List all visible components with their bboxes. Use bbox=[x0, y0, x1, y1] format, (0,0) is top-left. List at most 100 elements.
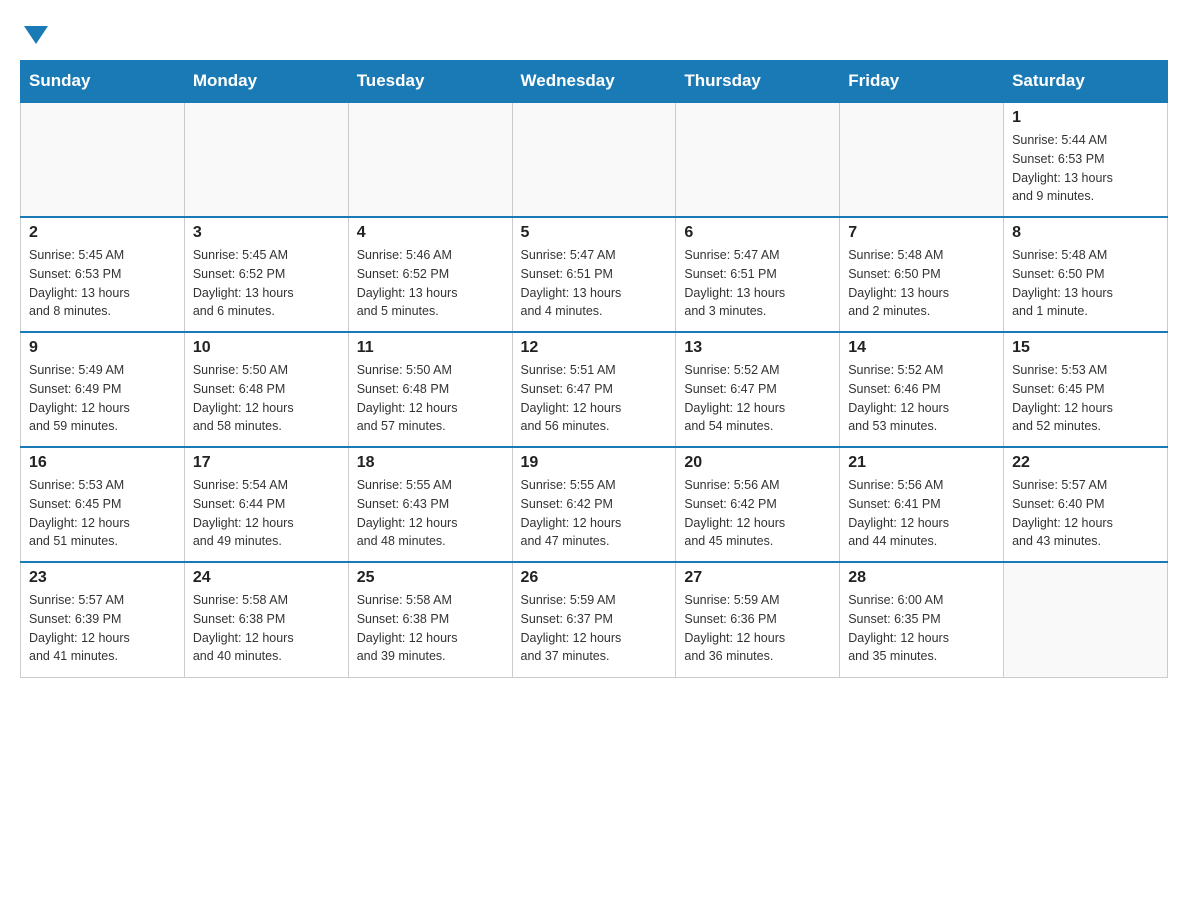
calendar-cell: 21 Sunrise: 5:56 AM Sunset: 6:41 PM Dayli… bbox=[840, 447, 1004, 562]
day-info: Sunrise: 5:57 AM Sunset: 6:39 PM Dayligh… bbox=[29, 591, 176, 666]
day-number: 27 bbox=[684, 569, 831, 587]
day-number: 25 bbox=[357, 569, 504, 587]
day-info: Sunrise: 5:45 AM Sunset: 6:52 PM Dayligh… bbox=[193, 246, 340, 321]
day-number: 9 bbox=[29, 339, 176, 357]
day-info: Sunrise: 5:47 AM Sunset: 6:51 PM Dayligh… bbox=[684, 246, 831, 321]
day-info: Sunrise: 5:46 AM Sunset: 6:52 PM Dayligh… bbox=[357, 246, 504, 321]
day-info: Sunrise: 5:57 AM Sunset: 6:40 PM Dayligh… bbox=[1012, 476, 1159, 551]
day-number: 6 bbox=[684, 224, 831, 242]
day-number: 21 bbox=[848, 454, 995, 472]
calendar-cell: 25 Sunrise: 5:58 AM Sunset: 6:38 PM Dayli… bbox=[348, 562, 512, 677]
calendar-cell bbox=[348, 102, 512, 217]
week-row-1: 1 Sunrise: 5:44 AM Sunset: 6:53 PM Daylig… bbox=[21, 102, 1168, 217]
day-number: 3 bbox=[193, 224, 340, 242]
day-number: 8 bbox=[1012, 224, 1159, 242]
day-info: Sunrise: 5:47 AM Sunset: 6:51 PM Dayligh… bbox=[521, 246, 668, 321]
day-info: Sunrise: 5:52 AM Sunset: 6:47 PM Dayligh… bbox=[684, 361, 831, 436]
calendar-cell: 16 Sunrise: 5:53 AM Sunset: 6:45 PM Dayli… bbox=[21, 447, 185, 562]
day-number: 11 bbox=[357, 339, 504, 357]
day-number: 13 bbox=[684, 339, 831, 357]
day-info: Sunrise: 5:55 AM Sunset: 6:42 PM Dayligh… bbox=[521, 476, 668, 551]
calendar-cell bbox=[676, 102, 840, 217]
calendar-cell bbox=[184, 102, 348, 217]
calendar-cell: 28 Sunrise: 6:00 AM Sunset: 6:35 PM Dayli… bbox=[840, 562, 1004, 677]
day-number: 22 bbox=[1012, 454, 1159, 472]
day-info: Sunrise: 5:44 AM Sunset: 6:53 PM Dayligh… bbox=[1012, 131, 1159, 206]
day-number: 10 bbox=[193, 339, 340, 357]
day-number: 23 bbox=[29, 569, 176, 587]
weekday-header-friday: Friday bbox=[840, 61, 1004, 103]
calendar-cell: 7 Sunrise: 5:48 AM Sunset: 6:50 PM Daylig… bbox=[840, 217, 1004, 332]
day-info: Sunrise: 5:59 AM Sunset: 6:36 PM Dayligh… bbox=[684, 591, 831, 666]
day-info: Sunrise: 5:56 AM Sunset: 6:41 PM Dayligh… bbox=[848, 476, 995, 551]
day-number: 7 bbox=[848, 224, 995, 242]
day-info: Sunrise: 6:00 AM Sunset: 6:35 PM Dayligh… bbox=[848, 591, 995, 666]
day-info: Sunrise: 5:48 AM Sunset: 6:50 PM Dayligh… bbox=[848, 246, 995, 321]
calendar-cell: 4 Sunrise: 5:46 AM Sunset: 6:52 PM Daylig… bbox=[348, 217, 512, 332]
calendar-cell: 15 Sunrise: 5:53 AM Sunset: 6:45 PM Dayli… bbox=[1004, 332, 1168, 447]
day-number: 17 bbox=[193, 454, 340, 472]
calendar-cell: 18Sunrise: 5:55 AM Sunset: 6:43 PM Dayli… bbox=[348, 447, 512, 562]
calendar-cell: 24 Sunrise: 5:58 AM Sunset: 6:38 PM Dayli… bbox=[184, 562, 348, 677]
calendar-cell: 9 Sunrise: 5:49 AM Sunset: 6:49 PM Daylig… bbox=[21, 332, 185, 447]
weekday-header-tuesday: Tuesday bbox=[348, 61, 512, 103]
day-number: 12 bbox=[521, 339, 668, 357]
day-info: Sunrise: 5:58 AM Sunset: 6:38 PM Dayligh… bbox=[193, 591, 340, 666]
day-number: 26 bbox=[521, 569, 668, 587]
day-info: Sunrise: 5:49 AM Sunset: 6:49 PM Dayligh… bbox=[29, 361, 176, 436]
calendar-cell: 6 Sunrise: 5:47 AM Sunset: 6:51 PM Daylig… bbox=[676, 217, 840, 332]
day-number: 1 bbox=[1012, 109, 1159, 127]
calendar-cell: 27 Sunrise: 5:59 AM Sunset: 6:36 PM Dayli… bbox=[676, 562, 840, 677]
calendar-cell: 22 Sunrise: 5:57 AM Sunset: 6:40 PM Dayli… bbox=[1004, 447, 1168, 562]
calendar-cell: 14 Sunrise: 5:52 AM Sunset: 6:46 PM Dayli… bbox=[840, 332, 1004, 447]
day-info: Sunrise: 5:45 AM Sunset: 6:53 PM Dayligh… bbox=[29, 246, 176, 321]
calendar-cell bbox=[21, 102, 185, 217]
calendar-cell: 17 Sunrise: 5:54 AM Sunset: 6:44 PM Dayli… bbox=[184, 447, 348, 562]
day-number: 18 bbox=[357, 454, 504, 472]
day-info: Sunrise: 5:51 AM Sunset: 6:47 PM Dayligh… bbox=[521, 361, 668, 436]
calendar-cell: 26 Sunrise: 5:59 AM Sunset: 6:37 PM Dayli… bbox=[512, 562, 676, 677]
day-info: Sunrise: 5:53 AM Sunset: 6:45 PM Dayligh… bbox=[1012, 361, 1159, 436]
day-info: Sunrise: 5:54 AM Sunset: 6:44 PM Dayligh… bbox=[193, 476, 340, 551]
day-info: Sunrise: 5:56 AM Sunset: 6:42 PM Dayligh… bbox=[684, 476, 831, 551]
day-info: Sunrise: 5:50 AM Sunset: 6:48 PM Dayligh… bbox=[193, 361, 340, 436]
day-number: 28 bbox=[848, 569, 995, 587]
calendar-cell: 5 Sunrise: 5:47 AM Sunset: 6:51 PM Daylig… bbox=[512, 217, 676, 332]
calendar-cell: 13 Sunrise: 5:52 AM Sunset: 6:47 PM Dayli… bbox=[676, 332, 840, 447]
weekday-header-wednesday: Wednesday bbox=[512, 61, 676, 103]
day-info: Sunrise: 5:50 AM Sunset: 6:48 PM Dayligh… bbox=[357, 361, 504, 436]
day-info: Sunrise: 5:52 AM Sunset: 6:46 PM Dayligh… bbox=[848, 361, 995, 436]
day-number: 4 bbox=[357, 224, 504, 242]
weekday-header-monday: Monday bbox=[184, 61, 348, 103]
logo-arrow-icon bbox=[24, 26, 48, 44]
day-number: 14 bbox=[848, 339, 995, 357]
calendar-header-row: SundayMondayTuesdayWednesdayThursdayFrid… bbox=[21, 61, 1168, 103]
day-number: 19 bbox=[521, 454, 668, 472]
weekday-header-thursday: Thursday bbox=[676, 61, 840, 103]
calendar-cell: 11 Sunrise: 5:50 AM Sunset: 6:48 PM Dayli… bbox=[348, 332, 512, 447]
calendar-cell: 10 Sunrise: 5:50 AM Sunset: 6:48 PM Dayli… bbox=[184, 332, 348, 447]
day-info: Sunrise: 5:59 AM Sunset: 6:37 PM Dayligh… bbox=[521, 591, 668, 666]
calendar-cell: 19 Sunrise: 5:55 AM Sunset: 6:42 PM Dayli… bbox=[512, 447, 676, 562]
weekday-header-sunday: Sunday bbox=[21, 61, 185, 103]
week-row-5: 23 Sunrise: 5:57 AM Sunset: 6:39 PM Dayli… bbox=[21, 562, 1168, 677]
day-number: 16 bbox=[29, 454, 176, 472]
day-number: 20 bbox=[684, 454, 831, 472]
calendar-cell bbox=[1004, 562, 1168, 677]
day-info: Sunrise: 5:58 AM Sunset: 6:38 PM Dayligh… bbox=[357, 591, 504, 666]
calendar-cell: 3 Sunrise: 5:45 AM Sunset: 6:52 PM Daylig… bbox=[184, 217, 348, 332]
day-number: 15 bbox=[1012, 339, 1159, 357]
calendar-cell: 23 Sunrise: 5:57 AM Sunset: 6:39 PM Dayli… bbox=[21, 562, 185, 677]
weekday-header-saturday: Saturday bbox=[1004, 61, 1168, 103]
day-number: 5 bbox=[521, 224, 668, 242]
calendar-cell: 8Sunrise: 5:48 AM Sunset: 6:50 PM Daylig… bbox=[1004, 217, 1168, 332]
calendar-cell: 2 Sunrise: 5:45 AM Sunset: 6:53 PM Daylig… bbox=[21, 217, 185, 332]
week-row-2: 2 Sunrise: 5:45 AM Sunset: 6:53 PM Daylig… bbox=[21, 217, 1168, 332]
day-info: Sunrise: 5:53 AM Sunset: 6:45 PM Dayligh… bbox=[29, 476, 176, 551]
day-number: 2 bbox=[29, 224, 176, 242]
page-header bbox=[20, 20, 1168, 44]
calendar-cell: 20 Sunrise: 5:56 AM Sunset: 6:42 PM Dayli… bbox=[676, 447, 840, 562]
day-number: 24 bbox=[193, 569, 340, 587]
calendar-cell: 12 Sunrise: 5:51 AM Sunset: 6:47 PM Dayli… bbox=[512, 332, 676, 447]
week-row-4: 16 Sunrise: 5:53 AM Sunset: 6:45 PM Dayli… bbox=[21, 447, 1168, 562]
